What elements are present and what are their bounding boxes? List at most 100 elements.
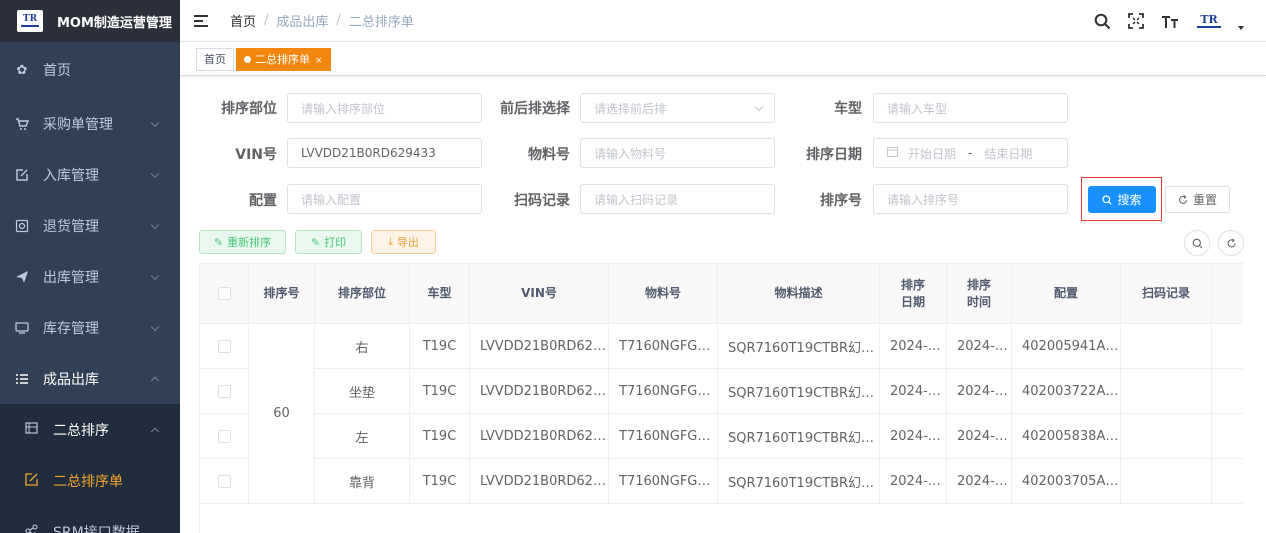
start-date-input[interactable]: 开始日期 [908,145,956,162]
search-icon [1102,194,1113,205]
sidebar-item-outbound[interactable]: 出库管理 [0,251,180,302]
table-cell [1121,459,1212,504]
label-sort-date: 排序日期 [806,147,862,163]
tag-home[interactable]: 首页 [196,48,234,71]
table-cell: T7160NGFG… [609,414,718,459]
sort-no-input[interactable]: 请输入排序号 [873,184,1068,214]
table-cell: SQR7160T19CTBR幻… [718,369,880,414]
table-cell: LVVDD21B0RD62… [470,414,609,459]
user-avatar[interactable]: TR [1194,14,1224,28]
edit-icon: ✎ [213,235,224,249]
table-cell: 2024-… [947,324,1012,369]
send-icon [15,270,29,284]
table-header: 配置 [1012,264,1121,324]
sidebar-item-home[interactable]: ✿ 首页 [0,42,180,98]
sidebar-item-srm[interactable]: SRM接口数据 [0,506,180,533]
refresh-button[interactable] [1218,230,1244,256]
table-cell: 402003705A… [1012,459,1121,504]
table-cell: T19C [410,324,470,369]
sidebar-item-label: 库存管理 [43,320,99,337]
select-all-checkbox[interactable] [217,287,231,300]
sidebar-item-label: 退货管理 [43,218,99,235]
sidebar-item-finished-outbound[interactable]: 成品出库 [0,353,180,404]
sidebar: TR MOM制造运营管理 ✿ 首页 采购单管理 入库管理 退货管理 出库管理 库… [0,0,180,533]
sidebar-item-label: 二总排序单 [53,473,123,490]
font-size-icon[interactable] [1160,11,1180,31]
table-header: 排序部位 [315,264,410,324]
breadcrumb-home[interactable]: 首页 [230,11,256,30]
sidebar-item-returns[interactable]: 退货管理 [0,200,180,251]
table-cell: LVVDD21B0RD62… [470,324,609,369]
hamburger-icon[interactable] [194,14,208,27]
sidebar-item-sorting-order[interactable]: 二总排序单 [0,455,180,506]
chevron-down-icon[interactable] [1238,26,1244,30]
sidebar-submenu: 二总排序 二总排序单 SRM接口数据 [0,404,180,533]
table-cell: LVVDD21B0RD62… [470,369,609,414]
table-cell-extra [1212,414,1243,459]
scan-record-input[interactable]: 请输入扫码记录 [580,184,775,214]
table-header: 车型 [410,264,470,324]
material-no-input[interactable]: 请输入物料号 [580,138,775,168]
table-cell: LVVDD21B0RD62… [470,459,609,504]
table-cell: T7160NGFG… [609,324,718,369]
breadcrumb-level1: 成品出库 [276,15,329,30]
data-table: 排序号 排序部位 车型 VIN号 物料号 物料描述 排序日期 排序时间 配置 扫… [199,263,1243,533]
app-logo-row[interactable]: TR MOM制造运营管理 [0,0,180,42]
resort-button[interactable]: ✎ 重新排序 [199,230,286,254]
sort-date-range[interactable]: 开始日期 - 结束日期 [873,138,1068,168]
sidebar-item-label: 二总排序 [53,422,109,439]
label-config: 配置 [249,193,277,209]
row-checkbox[interactable] [217,429,231,443]
table-cell: 坐垫 [315,369,410,414]
sidebar-item-purchase[interactable]: 采购单管理 [0,98,180,149]
reset-button[interactable]: 重置 [1165,186,1230,213]
table-cell: 2024-… [947,459,1012,504]
navbar-right-menu: TR [1092,0,1244,42]
table-cell: SQR7160T19CTBR幻… [718,414,880,459]
sidebar-item-inventory[interactable]: 库存管理 [0,302,180,353]
fullscreen-icon[interactable] [1126,11,1146,31]
table-header-select [200,264,249,324]
close-icon[interactable]: × [315,56,323,66]
print-button[interactable]: ✎ 打印 [295,230,362,254]
list-icon [15,372,29,386]
return-icon [15,219,29,233]
table-row-checkbox-cell [200,369,249,414]
refresh-icon [1226,238,1236,247]
sidebar-item-sorting[interactable]: 二总排序 [0,404,180,455]
cart-icon [15,117,29,131]
toggle-search-button[interactable] [1184,230,1210,256]
table-cell: 2024-… [947,414,1012,459]
table-header-extra [1212,264,1243,324]
sidebar-item-inbound[interactable]: 入库管理 [0,149,180,200]
row-checkbox[interactable] [217,384,231,398]
config-input[interactable]: 请输入配置 [287,184,482,214]
table-cell: 2024-… [880,459,947,504]
table-cell: 靠背 [315,459,410,504]
export-button[interactable]: ⤓ 导出 [371,230,436,254]
table-header: 排序号 [249,264,315,324]
search-icon[interactable] [1092,11,1112,31]
chevron-up-icon [150,427,160,436]
table-cell: 2024-… [880,324,947,369]
end-date-input[interactable]: 结束日期 [984,145,1032,162]
table-cell: 右 [315,324,410,369]
chevron-down-icon [150,271,160,280]
table-cell-sort-no: 60 [249,324,315,504]
dept-input[interactable]: 请输入排序部位 [287,93,482,123]
front-back-select[interactable]: 请选择前后排 [580,93,775,123]
row-checkbox[interactable] [217,474,231,488]
table-cell: T19C [410,369,470,414]
form-icon [25,472,39,489]
label-scan-record: 扫码记录 [514,193,570,209]
car-type-input[interactable]: 请输入车型 [873,93,1068,123]
tag-active[interactable]: 二总排序单 × [236,48,331,71]
table-row-checkbox-cell [200,459,249,504]
table-header: 排序时间 [947,264,1012,324]
search-button[interactable]: 搜索 [1088,186,1156,213]
table-cell: SQR7160T19CTBR幻… [718,324,880,369]
sidebar-item-label: 首页 [43,63,71,79]
row-checkbox[interactable] [217,339,231,353]
vin-input[interactable]: LVVDD21B0RD629433 [287,138,482,168]
sidebar-item-label: SRM接口数据 [53,524,140,533]
